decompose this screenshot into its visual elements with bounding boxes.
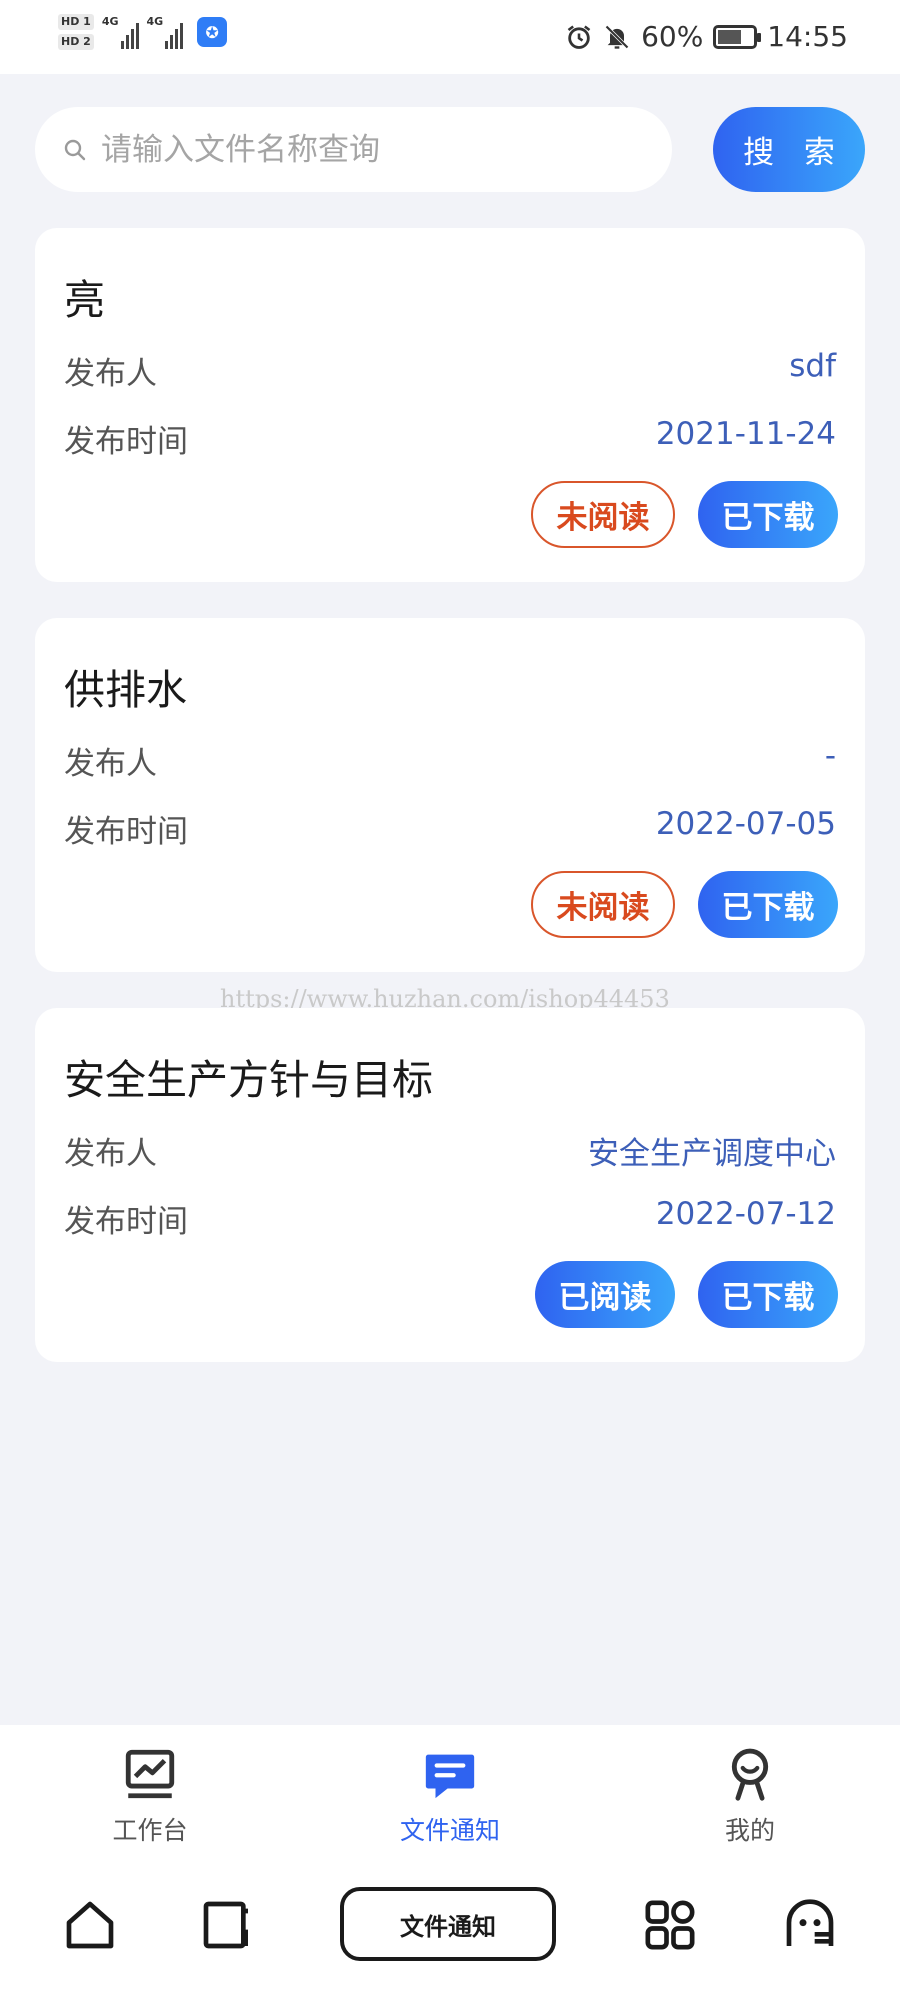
publish-time-value: 2022-07-05 <box>655 806 836 842</box>
hd-indicators: HD 1 HD 2 <box>58 14 94 50</box>
app-notification-icon: ✪ <box>197 17 228 47</box>
read-status-button[interactable]: 已阅读 <box>535 1261 675 1328</box>
publisher-value: 安全生产调度中心 <box>588 1136 836 1172</box>
document-card-2[interactable]: 供排水 发布人 - 发布时间 2022-07-05 未阅读 已下载 <box>35 618 865 972</box>
system-nav-bar: 文件通知 <box>0 1865 900 2000</box>
assistant-icon[interactable] <box>780 1895 840 1955</box>
publisher-value: - <box>824 738 836 774</box>
publisher-label: 发布人 <box>64 356 157 392</box>
publish-time-label: 发布时间 <box>64 814 188 850</box>
hd1-badge: HD 1 <box>58 14 94 30</box>
signal-1-icon: 4G <box>102 15 139 49</box>
publisher-label: 发布人 <box>64 1136 157 1172</box>
tab-mine-label: 我的 <box>724 1816 775 1845</box>
search-button[interactable]: 搜 索 <box>713 107 865 192</box>
search-icon <box>64 139 86 160</box>
tab-workbench-label: 工作台 <box>112 1816 188 1845</box>
profile-icon <box>731 1748 769 1801</box>
tab-file-notice[interactable]: 文件通知 <box>360 1745 540 1847</box>
publisher-value: sdf <box>789 348 836 384</box>
current-app-pill[interactable]: 文件通知 <box>340 1887 556 1961</box>
bottom-tab-bar: 工作台 文件通知 我的 <box>0 1725 900 1865</box>
search-bar[interactable] <box>35 107 672 192</box>
hd2-badge: HD 2 <box>58 34 94 50</box>
document-title: 亮 <box>64 276 105 324</box>
status-right: 60% 14:55 <box>565 20 848 53</box>
read-status-button[interactable]: 未阅读 <box>531 871 675 938</box>
publish-time-value: 2022-07-12 <box>655 1196 836 1232</box>
status-bar: HD 1 HD 2 4G 4G ✪ 60% 14:55 <box>0 0 900 74</box>
tab-file-notice-label: 文件通知 <box>399 1816 500 1845</box>
download-status-button[interactable]: 已下载 <box>698 871 838 938</box>
signal-2-icon: 4G <box>147 15 184 49</box>
download-status-button[interactable]: 已下载 <box>698 1261 838 1328</box>
chart-icon <box>125 1749 175 1799</box>
search-input[interactable] <box>101 131 641 168</box>
publish-time-value: 2021-11-24 <box>655 416 836 452</box>
publish-time-label: 发布时间 <box>64 1204 188 1240</box>
clock: 14:55 <box>767 20 848 53</box>
alarm-icon <box>567 24 591 49</box>
home-icon[interactable] <box>60 1895 120 1955</box>
network-type-1: 4G <box>101 15 119 28</box>
tab-mine[interactable]: 我的 <box>660 1745 840 1847</box>
read-status-button[interactable]: 未阅读 <box>531 481 675 548</box>
publisher-label: 发布人 <box>64 746 157 782</box>
tab-workbench[interactable]: 工作台 <box>60 1745 240 1847</box>
battery-icon <box>713 24 762 49</box>
document-title: 供排水 <box>64 666 187 714</box>
mute-bell-icon <box>605 24 629 49</box>
publish-time-label: 发布时间 <box>64 424 188 460</box>
document-card-3[interactable]: 安全生产方针与目标 发布人 安全生产调度中心 发布时间 2022-07-12 已… <box>35 1008 865 1362</box>
network-type-2: 4G <box>146 15 164 28</box>
status-left: HD 1 HD 2 4G 4G ✪ <box>58 14 228 50</box>
document-card-1[interactable]: 亮 发布人 sdf 发布时间 2021-11-24 未阅读 已下载 <box>35 228 865 582</box>
apps-grid-icon[interactable] <box>640 1895 700 1955</box>
battery-percent: 60% <box>641 20 704 53</box>
app-root: HD 1 HD 2 4G 4G ✪ 60% 14:55 请输入文件名称查询 搜 … <box>0 0 900 2000</box>
download-status-button[interactable]: 已下载 <box>698 481 838 548</box>
message-icon <box>425 1754 475 1799</box>
tabs-icon[interactable] <box>197 1895 257 1955</box>
document-title: 安全生产方针与目标 <box>64 1056 433 1104</box>
